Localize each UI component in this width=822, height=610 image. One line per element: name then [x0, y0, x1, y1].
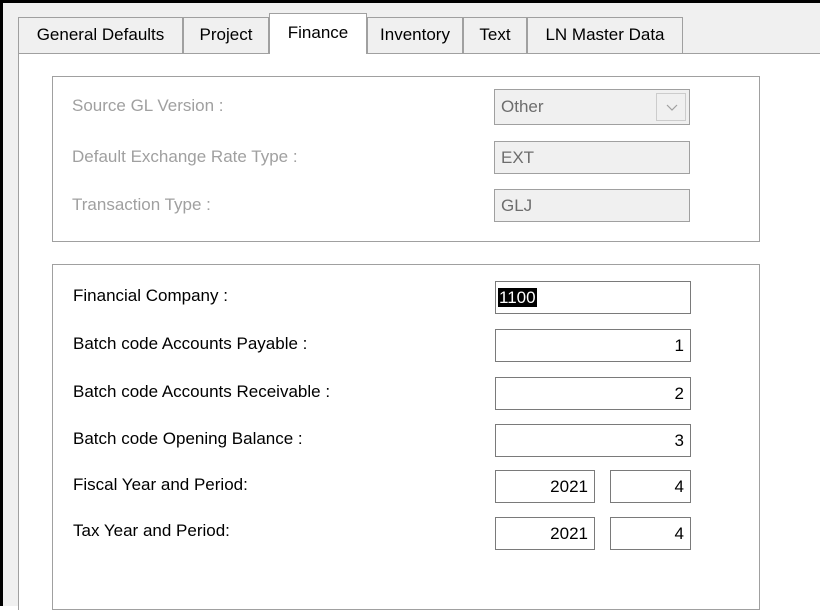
fiscal-period-input[interactable]: 4	[610, 470, 691, 503]
chevron-down-icon[interactable]	[656, 93, 686, 121]
tab-text[interactable]: Text	[463, 17, 527, 53]
financial-company-input[interactable]: 1100	[495, 281, 691, 314]
tab-finance[interactable]: Finance	[269, 13, 367, 54]
source-gl-version-select[interactable]: Other	[494, 89, 690, 125]
default-exchange-rate-type-field: EXT	[494, 141, 690, 174]
batch-ob-input[interactable]: 3	[495, 424, 691, 457]
batch-ap-input[interactable]: 1	[495, 329, 691, 362]
fiscal-year-input[interactable]: 2021	[495, 470, 595, 503]
source-gl-version-value: Other	[501, 97, 544, 116]
batch-ar-label: Batch code Accounts Receivable :	[73, 382, 331, 401]
tax-period-input[interactable]: 4	[610, 517, 691, 550]
tax-year-input[interactable]: 2021	[495, 517, 595, 550]
tab-ln-master-data[interactable]: LN Master Data	[527, 17, 683, 53]
default-exchange-rate-type-label: Default Exchange Rate Type :	[72, 147, 298, 166]
financial-company-group: Financial Company : 1100 Batch code Acco…	[52, 264, 760, 610]
batch-ar-input[interactable]: 2	[495, 377, 691, 410]
tab-general-defaults[interactable]: General Defaults	[18, 17, 183, 53]
tab-inventory[interactable]: Inventory	[367, 17, 463, 53]
finance-tab-panel: Source GL Version : Other Default Exchan…	[18, 54, 822, 610]
batch-ob-label: Batch code Opening Balance :	[73, 429, 303, 448]
financial-company-label: Financial Company :	[73, 286, 228, 305]
fiscal-year-period-label: Fiscal Year and Period:	[73, 475, 248, 494]
transaction-type-field: GLJ	[494, 189, 690, 222]
transaction-type-label: Transaction Type :	[72, 195, 211, 214]
tax-year-period-label: Tax Year and Period:	[73, 521, 230, 540]
source-gl-version-label: Source GL Version :	[72, 96, 224, 115]
batch-ap-label: Batch code Accounts Payable :	[73, 334, 308, 353]
tab-project[interactable]: Project	[183, 17, 269, 53]
financial-company-value: 1100	[498, 288, 537, 307]
gl-settings-group: Source GL Version : Other Default Exchan…	[52, 76, 760, 242]
tab-strip: General Defaults Project Finance Invento…	[18, 13, 818, 54]
